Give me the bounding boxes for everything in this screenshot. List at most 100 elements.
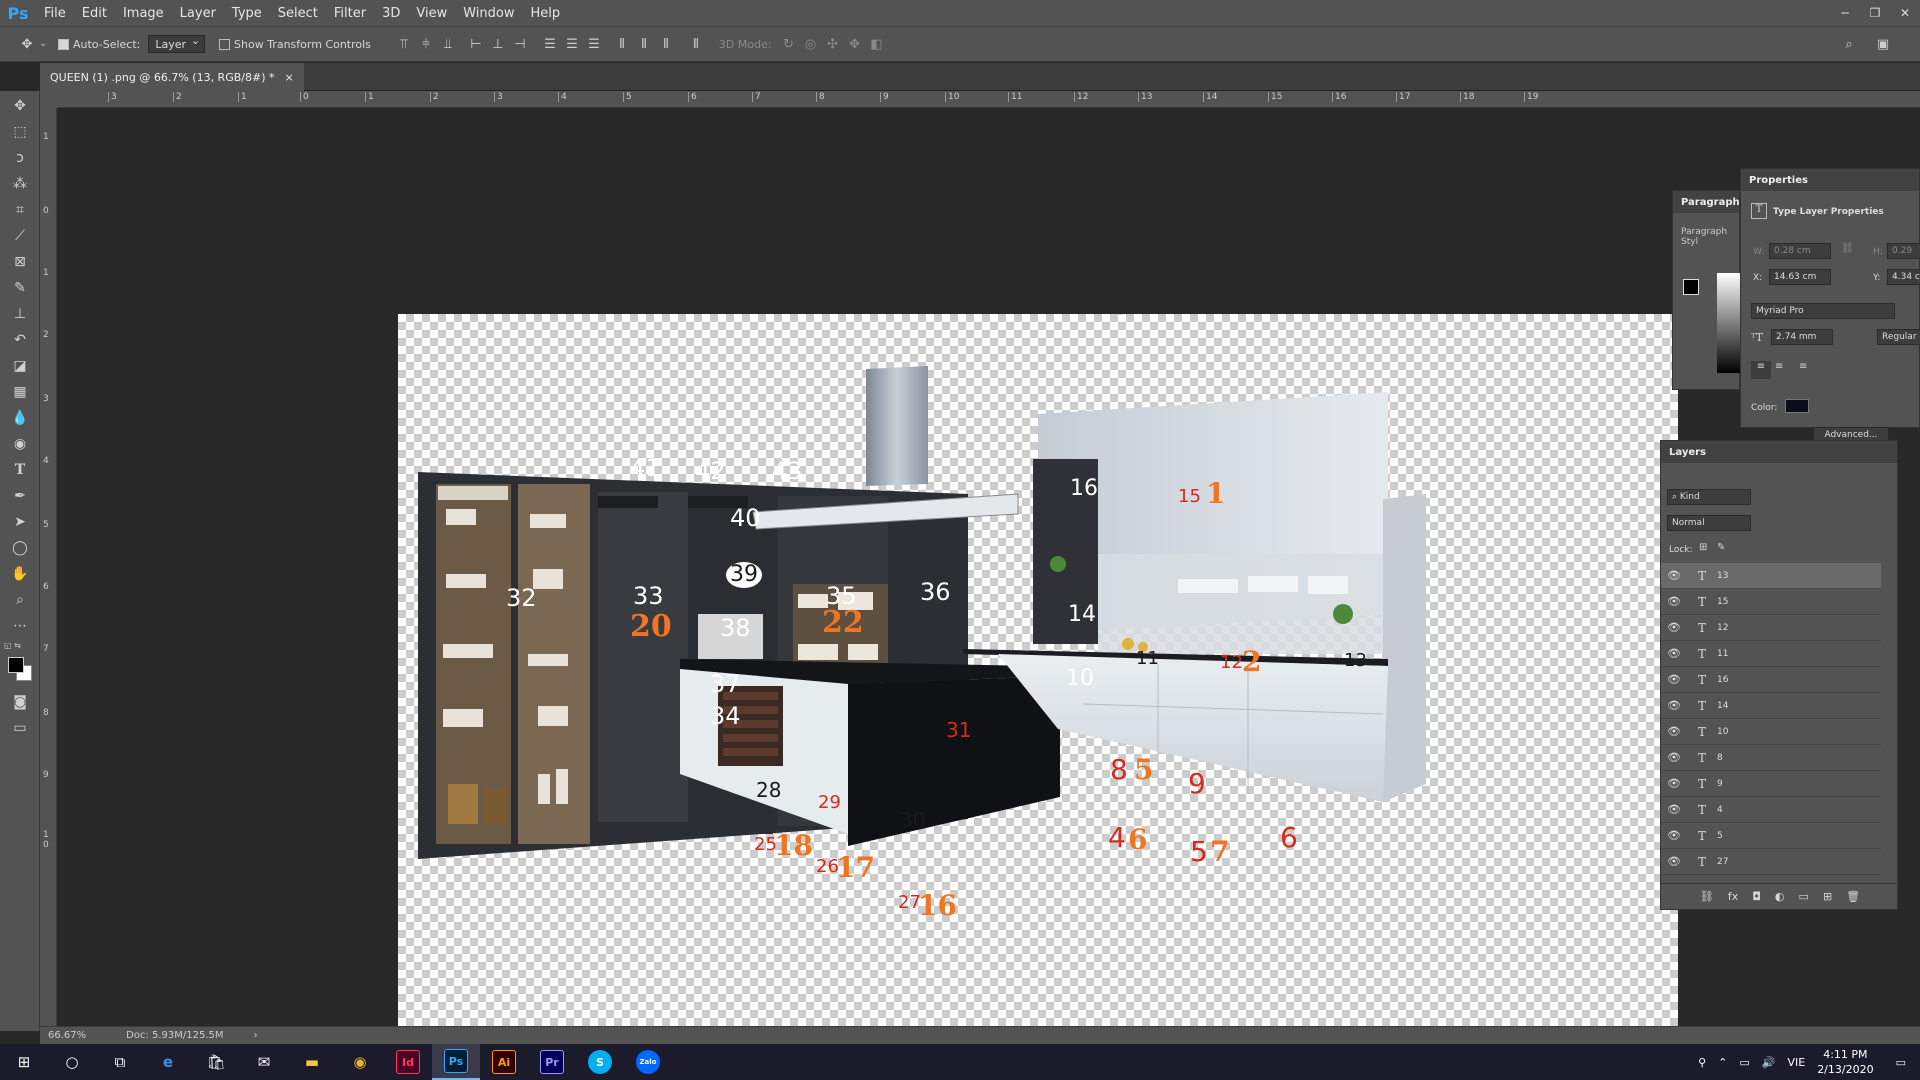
- foreground-color-swatch[interactable]: [8, 657, 24, 673]
- show-transform-checkbox[interactable]: [219, 38, 231, 50]
- align-right-icon[interactable]: ⊣: [509, 33, 531, 55]
- canvas-label[interactable]: 16: [1070, 478, 1098, 500]
- status-arrow[interactable]: ›: [254, 1030, 258, 1041]
- visibility-eye-icon[interactable]: 👁: [1661, 855, 1687, 868]
- canvas-label[interactable]: 29: [818, 794, 841, 812]
- chevron-up-icon[interactable]: ⌃: [1718, 1056, 1727, 1069]
- visibility-eye-icon[interactable]: 👁: [1661, 803, 1687, 816]
- canvas-label[interactable]: 40: [730, 506, 761, 530]
- layers-tab[interactable]: Layers: [1661, 441, 1897, 463]
- document-canvas[interactable]: 41 42 43 40 39 32 33 20 35 22 36 38 37 34 31 28 29 30 25 18…: [398, 314, 1678, 1034]
- layer-row[interactable]: 👁 T 5: [1661, 823, 1881, 849]
- minimize-icon[interactable]: ─: [1830, 0, 1860, 26]
- canvas-label[interactable]: 16: [918, 892, 957, 920]
- x-field[interactable]: 14.63 cm: [1769, 269, 1831, 285]
- layer-row[interactable]: 👁 T 9: [1661, 771, 1881, 797]
- auto-align-icon[interactable]: ⦀: [685, 33, 707, 55]
- align-bottom-icon[interactable]: ⫫: [437, 33, 459, 55]
- layer-row[interactable]: 👁 T 15: [1661, 589, 1881, 615]
- canvas-label[interactable]: 36: [920, 580, 951, 604]
- canvas-label[interactable]: 6: [1280, 824, 1298, 852]
- visibility-eye-icon[interactable]: 👁: [1661, 673, 1687, 686]
- visibility-eye-icon[interactable]: 👁: [1661, 829, 1687, 842]
- canvas-label[interactable]: 12: [1220, 654, 1243, 672]
- lasso-tool-icon[interactable]: ↄ: [7, 147, 33, 169]
- layer-row[interactable]: 👁 T 27: [1661, 849, 1881, 875]
- visibility-eye-icon[interactable]: 👁: [1661, 647, 1687, 660]
- edge-icon[interactable]: e: [144, 1044, 192, 1080]
- lock-brush-icon[interactable]: ✎: [1717, 542, 1725, 553]
- font-style-dropdown[interactable]: Regular: [1877, 329, 1920, 345]
- canvas-label[interactable]: 31: [946, 720, 971, 740]
- zoom-level[interactable]: 66.67%: [48, 1030, 86, 1041]
- visibility-eye-icon[interactable]: 👁: [1661, 621, 1687, 634]
- canvas-label[interactable]: 32: [506, 586, 537, 610]
- visibility-eye-icon[interactable]: 👁: [1661, 751, 1687, 764]
- pen-tool-icon[interactable]: ✒: [7, 485, 33, 507]
- brush-tool-icon[interactable]: ✎: [7, 277, 33, 299]
- adjustment-icon[interactable]: ◐: [1775, 890, 1785, 903]
- fx-icon[interactable]: fx: [1728, 890, 1738, 903]
- volume-icon[interactable]: 🔊: [1762, 1056, 1776, 1069]
- move-tool-icon[interactable]: ✥: [16, 33, 38, 55]
- canvas-label[interactable]: 30: [900, 810, 925, 830]
- layer-row[interactable]: 👁 T 16: [1661, 667, 1881, 693]
- illustrator-app[interactable]: Ai: [480, 1044, 528, 1080]
- lock-pixels-icon[interactable]: ⊞: [1699, 542, 1707, 553]
- history-brush-icon[interactable]: ↶: [7, 329, 33, 351]
- align-center-text-icon[interactable]: ≡: [1775, 361, 1783, 372]
- close-tab-icon[interactable]: ×: [285, 71, 294, 84]
- canvas-label[interactable]: 33: [633, 584, 664, 608]
- marquee-tool-icon[interactable]: ⬚: [7, 121, 33, 143]
- restore-icon[interactable]: ❐: [1860, 0, 1890, 26]
- layer-row[interactable]: 👁 T 8: [1661, 745, 1881, 771]
- people-icon[interactable]: ⚲: [1698, 1056, 1706, 1069]
- align-right-text-icon[interactable]: ≡: [1799, 361, 1807, 372]
- visibility-eye-icon[interactable]: 👁: [1661, 569, 1687, 582]
- visibility-eye-icon[interactable]: 👁: [1661, 725, 1687, 738]
- canvas-area[interactable]: 41 42 43 40 39 32 33 20 35 22 36 38 37 34 31 28 29 30 25 18…: [58, 108, 1920, 1034]
- auto-select-dropdown[interactable]: Layer: [148, 34, 206, 53]
- mail-icon[interactable]: ✉: [240, 1044, 288, 1080]
- type-tool-icon[interactable]: T: [7, 459, 33, 481]
- menu-item-view[interactable]: View: [408, 0, 455, 26]
- menu-item-edit[interactable]: Edit: [74, 0, 115, 26]
- distribute-right-icon[interactable]: ⫴: [655, 33, 677, 55]
- close-icon[interactable]: ✕: [1890, 0, 1920, 26]
- 3d-pan-icon[interactable]: ✣: [822, 33, 844, 55]
- zalo-app[interactable]: Zalo: [624, 1044, 672, 1080]
- properties-tab[interactable]: Properties: [1741, 169, 1919, 191]
- distribute-vcenter-icon[interactable]: ☰: [561, 33, 583, 55]
- 3d-scale-icon[interactable]: ◧: [866, 33, 888, 55]
- canvas-label[interactable]: 37: [710, 672, 741, 696]
- chrome-icon[interactable]: ◉: [336, 1044, 384, 1080]
- blend-mode-dropdown[interactable]: Normal: [1667, 515, 1751, 531]
- canvas-label[interactable]: 15: [1178, 488, 1201, 506]
- path-select-icon[interactable]: ➤: [7, 511, 33, 533]
- h-field[interactable]: 0.29: [1887, 243, 1920, 259]
- 3d-orbit-icon[interactable]: ↻: [778, 33, 800, 55]
- canvas-label[interactable]: 18: [774, 832, 813, 860]
- canvas-label[interactable]: 20: [630, 612, 672, 642]
- align-top-icon[interactable]: ⫪: [393, 33, 415, 55]
- canvas-label[interactable]: 5: [1190, 838, 1208, 866]
- group-icon[interactable]: ▭: [1799, 890, 1809, 903]
- canvas-label[interactable]: 6: [1128, 826, 1147, 854]
- trash-icon[interactable]: 🗑: [1846, 890, 1860, 903]
- zoom-tool-icon[interactable]: ⌕: [7, 589, 33, 611]
- distribute-hcenter-icon[interactable]: ⫴: [633, 33, 655, 55]
- eyedropper-icon[interactable]: ⟋: [7, 225, 33, 247]
- more-tools-icon[interactable]: ⋯: [7, 615, 33, 637]
- gradient-tool-icon[interactable]: ▦: [7, 381, 33, 403]
- cortana-icon[interactable]: ○: [48, 1044, 96, 1080]
- visibility-eye-icon[interactable]: 👁: [1661, 699, 1687, 712]
- w-field[interactable]: 0.28 cm: [1769, 243, 1831, 259]
- indesign-app[interactable]: Id: [384, 1044, 432, 1080]
- search-icon[interactable]: ⌕: [1838, 33, 1860, 55]
- canvas-label[interactable]: 7: [1210, 838, 1229, 866]
- canvas-label[interactable]: 4: [1108, 824, 1126, 852]
- align-hcenter-icon[interactable]: ⊥: [487, 33, 509, 55]
- canvas-label[interactable]: 14: [1068, 604, 1096, 626]
- menu-item-filter[interactable]: Filter: [326, 0, 374, 26]
- stamp-tool-icon[interactable]: ⊥: [7, 303, 33, 325]
